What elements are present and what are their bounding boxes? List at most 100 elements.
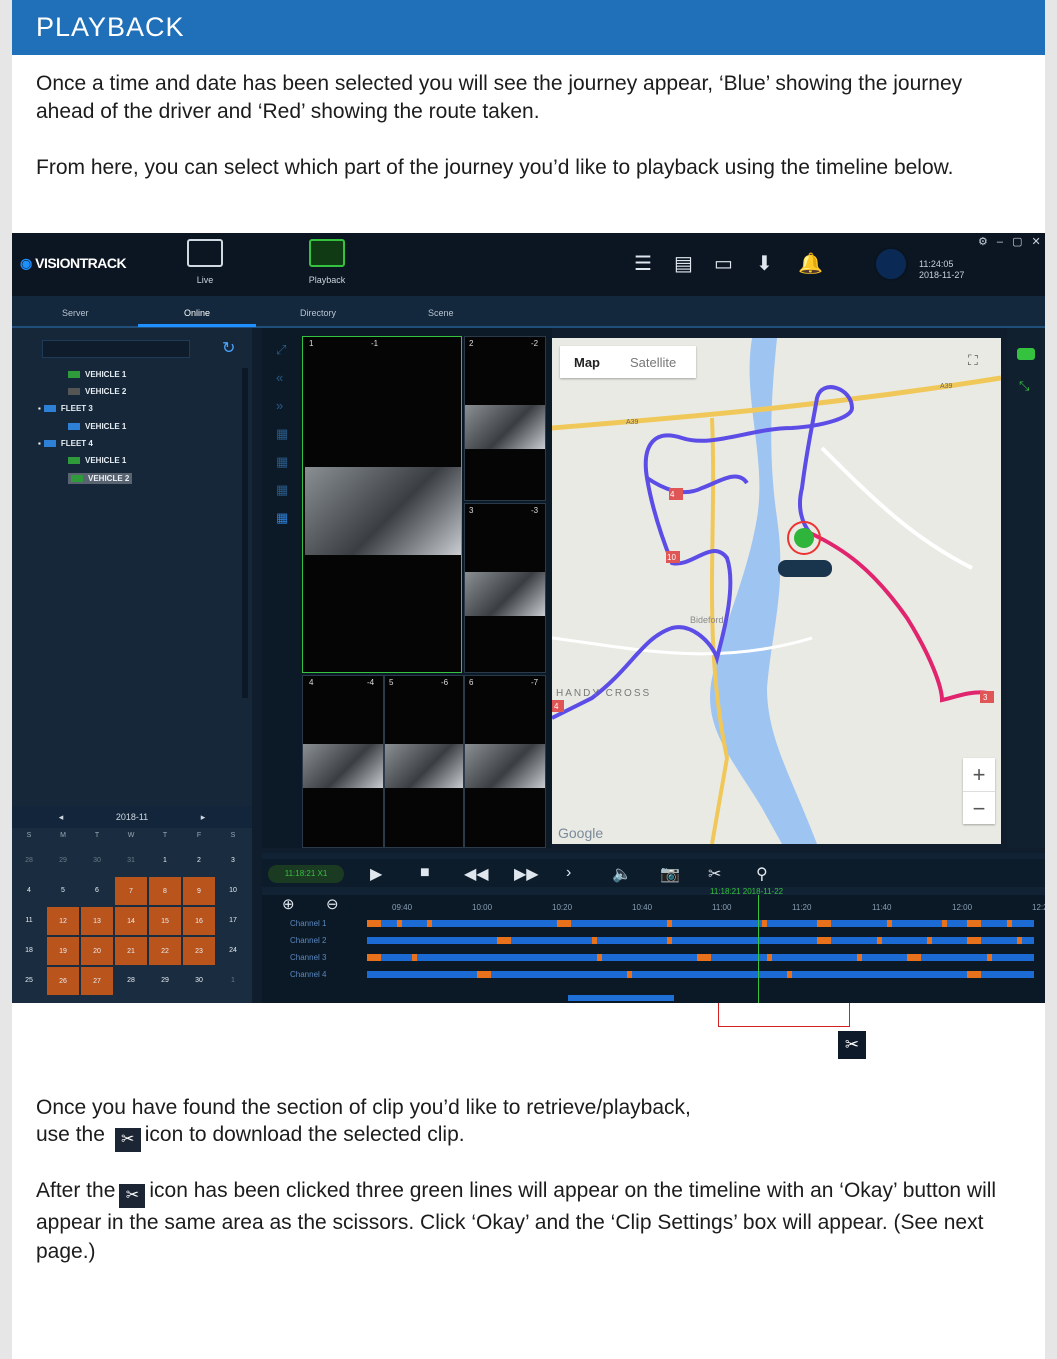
- calendar-day[interactable]: 6: [148, 996, 182, 1003]
- tree-item-fleet3-vehicle-1[interactable]: VEHICLE 1: [68, 422, 126, 431]
- rewind-icon[interactable]: ◀◀: [464, 864, 489, 884]
- calendar-day[interactable]: 20: [80, 936, 114, 966]
- timeline-tick-label: 10:00: [472, 903, 493, 912]
- document-icon[interactable]: ▤: [674, 251, 696, 275]
- calendar-day[interactable]: 26: [46, 966, 80, 996]
- inbox-icon[interactable]: ▭: [714, 251, 736, 275]
- calendar-day[interactable]: 29: [148, 966, 182, 996]
- tab-server[interactable]: Server: [62, 308, 89, 318]
- timeline-scrollbar[interactable]: [568, 995, 674, 1001]
- tab-scene[interactable]: Scene: [428, 308, 454, 318]
- calendar-day[interactable]: 5: [114, 996, 148, 1003]
- device-search-input[interactable]: [42, 340, 190, 358]
- fullscreen-icon[interactable]: ⛶: [968, 352, 978, 369]
- calendar-day[interactable]: 1: [216, 966, 250, 996]
- tab-online[interactable]: Online: [184, 308, 210, 318]
- stop-icon[interactable]: ■: [420, 864, 430, 882]
- zoom-out-button[interactable]: −: [963, 791, 995, 825]
- fast-forward-icon[interactable]: ▶▶: [514, 864, 539, 884]
- calendar-day[interactable]: 3: [46, 996, 80, 1003]
- calendar-day[interactable]: 17: [216, 906, 250, 936]
- layout-selector[interactable]: ⤢ «» ▦ ▦ ▦ ▦: [276, 336, 292, 526]
- tree-item-fleet4-vehicle-1[interactable]: VEHICLE 1: [68, 456, 126, 465]
- video-cell-2[interactable]: 2 -2: [464, 336, 546, 501]
- calendar-day[interactable]: 9: [182, 876, 216, 906]
- calendar-day[interactable]: 21: [114, 936, 148, 966]
- tree-item-fleet-3[interactable]: ▪ FLEET 3: [38, 404, 93, 413]
- calendar-day[interactable]: 6: [80, 876, 114, 906]
- nav-live-button[interactable]: Live: [175, 239, 235, 285]
- calendar-day[interactable]: 22: [148, 936, 182, 966]
- calendar-day[interactable]: 7: [114, 876, 148, 906]
- scissors-icon[interactable]: ✂: [708, 864, 721, 884]
- calendar-day[interactable]: 13: [80, 906, 114, 936]
- play-icon[interactable]: ▶: [370, 864, 382, 884]
- zoom-in-button[interactable]: +: [963, 758, 995, 791]
- calendar-day[interactable]: 15: [148, 906, 182, 936]
- calendar-day[interactable]: 30: [182, 966, 216, 996]
- calendar-day[interactable]: 10: [216, 876, 250, 906]
- tree-item-vehicle-1[interactable]: VEHICLE 1: [68, 370, 126, 379]
- calendar-day[interactable]: 7: [182, 996, 216, 1003]
- tree-scrollbar[interactable]: [242, 368, 248, 698]
- calendar-day[interactable]: 2: [12, 996, 46, 1003]
- timeline[interactable]: ⊕ ⊖ 11:18:21 2018-11-22 09:40 10:00 10:20 1…: [262, 887, 1045, 1003]
- next-frame-icon[interactable]: ›: [566, 864, 571, 882]
- refresh-icon[interactable]: ↻: [222, 338, 235, 358]
- vehicle-icon[interactable]: [1017, 348, 1035, 360]
- calendar-day[interactable]: 14: [114, 906, 148, 936]
- volume-icon[interactable]: 🔈: [612, 864, 632, 884]
- tab-directory[interactable]: Directory: [300, 308, 336, 318]
- map-tab-map[interactable]: Map: [574, 355, 600, 370]
- timeline-channel-track[interactable]: [367, 920, 1034, 927]
- calendar-day[interactable]: 11: [12, 906, 46, 936]
- route-icon[interactable]: ⤡: [1019, 378, 1029, 394]
- calendar-day[interactable]: 24: [216, 936, 250, 966]
- bell-icon[interactable]: 🔔: [798, 251, 823, 275]
- calendar-day[interactable]: 4: [12, 876, 46, 906]
- download-icon[interactable]: ⬇: [756, 251, 778, 275]
- calendar-day[interactable]: 8: [148, 876, 182, 906]
- tree-item-fleet4-vehicle-2[interactable]: VEHICLE 2: [68, 473, 133, 484]
- map-tab-satellite[interactable]: Satellite: [630, 355, 676, 370]
- calendar-day[interactable]: 2: [182, 846, 216, 876]
- video-cell-3[interactable]: 3 -3: [464, 503, 546, 673]
- calendar-day[interactable]: 31: [114, 846, 148, 876]
- video-cell-5[interactable]: 5 -6: [384, 675, 464, 848]
- calendar-day[interactable]: 19: [46, 936, 80, 966]
- calendar-day[interactable]: 5: [46, 876, 80, 906]
- timeline-zoom-out-icon[interactable]: ⊖: [326, 895, 339, 913]
- calendar-day[interactable]: 25: [12, 966, 46, 996]
- tree-label: FLEET 3: [60, 404, 93, 413]
- tree-item-fleet-4[interactable]: ▪ FLEET 4: [38, 439, 93, 448]
- timeline-channel-track[interactable]: [367, 937, 1034, 944]
- video-cell-1[interactable]: 1 -1: [302, 336, 462, 673]
- timeline-cursor[interactable]: [758, 895, 759, 1003]
- video-cell-6[interactable]: 6 -7: [464, 675, 546, 848]
- route-map[interactable]: 4 10 4 3 Bideford HANDY CROSS A39 A39 Go…: [552, 338, 1001, 844]
- window-controls[interactable]: ⚙ – ▢ ✕: [978, 235, 1044, 248]
- calendar-day[interactable]: 27: [80, 966, 114, 996]
- calendar-day[interactable]: 23: [182, 936, 216, 966]
- location-icon[interactable]: ⚲: [756, 864, 768, 884]
- calendar-day[interactable]: 30: [80, 846, 114, 876]
- calendar-day[interactable]: 29: [46, 846, 80, 876]
- camera-icon[interactable]: 📷: [660, 864, 680, 884]
- calendar-day[interactable]: 28: [12, 846, 46, 876]
- timeline-zoom-in-icon[interactable]: ⊕: [282, 895, 295, 913]
- calendar-day[interactable]: 28: [114, 966, 148, 996]
- calendar-day[interactable]: 1: [148, 846, 182, 876]
- calendar-day[interactable]: 8: [216, 996, 250, 1003]
- timeline-channel-track[interactable]: [367, 971, 1034, 978]
- list-icon[interactable]: ☰: [634, 251, 656, 275]
- calendar-day[interactable]: 4: [80, 996, 114, 1003]
- calendar-day[interactable]: 16: [182, 906, 216, 936]
- event-marker: [907, 954, 921, 961]
- calendar-day[interactable]: 12: [46, 906, 80, 936]
- tree-item-vehicle-2[interactable]: VEHICLE 2: [68, 387, 126, 396]
- user-avatar[interactable]: [874, 247, 908, 281]
- nav-playback-button[interactable]: Playback: [297, 239, 357, 285]
- calendar-day[interactable]: 3: [216, 846, 250, 876]
- calendar-day[interactable]: 18: [12, 936, 46, 966]
- video-cell-4[interactable]: 4 -4: [302, 675, 384, 848]
